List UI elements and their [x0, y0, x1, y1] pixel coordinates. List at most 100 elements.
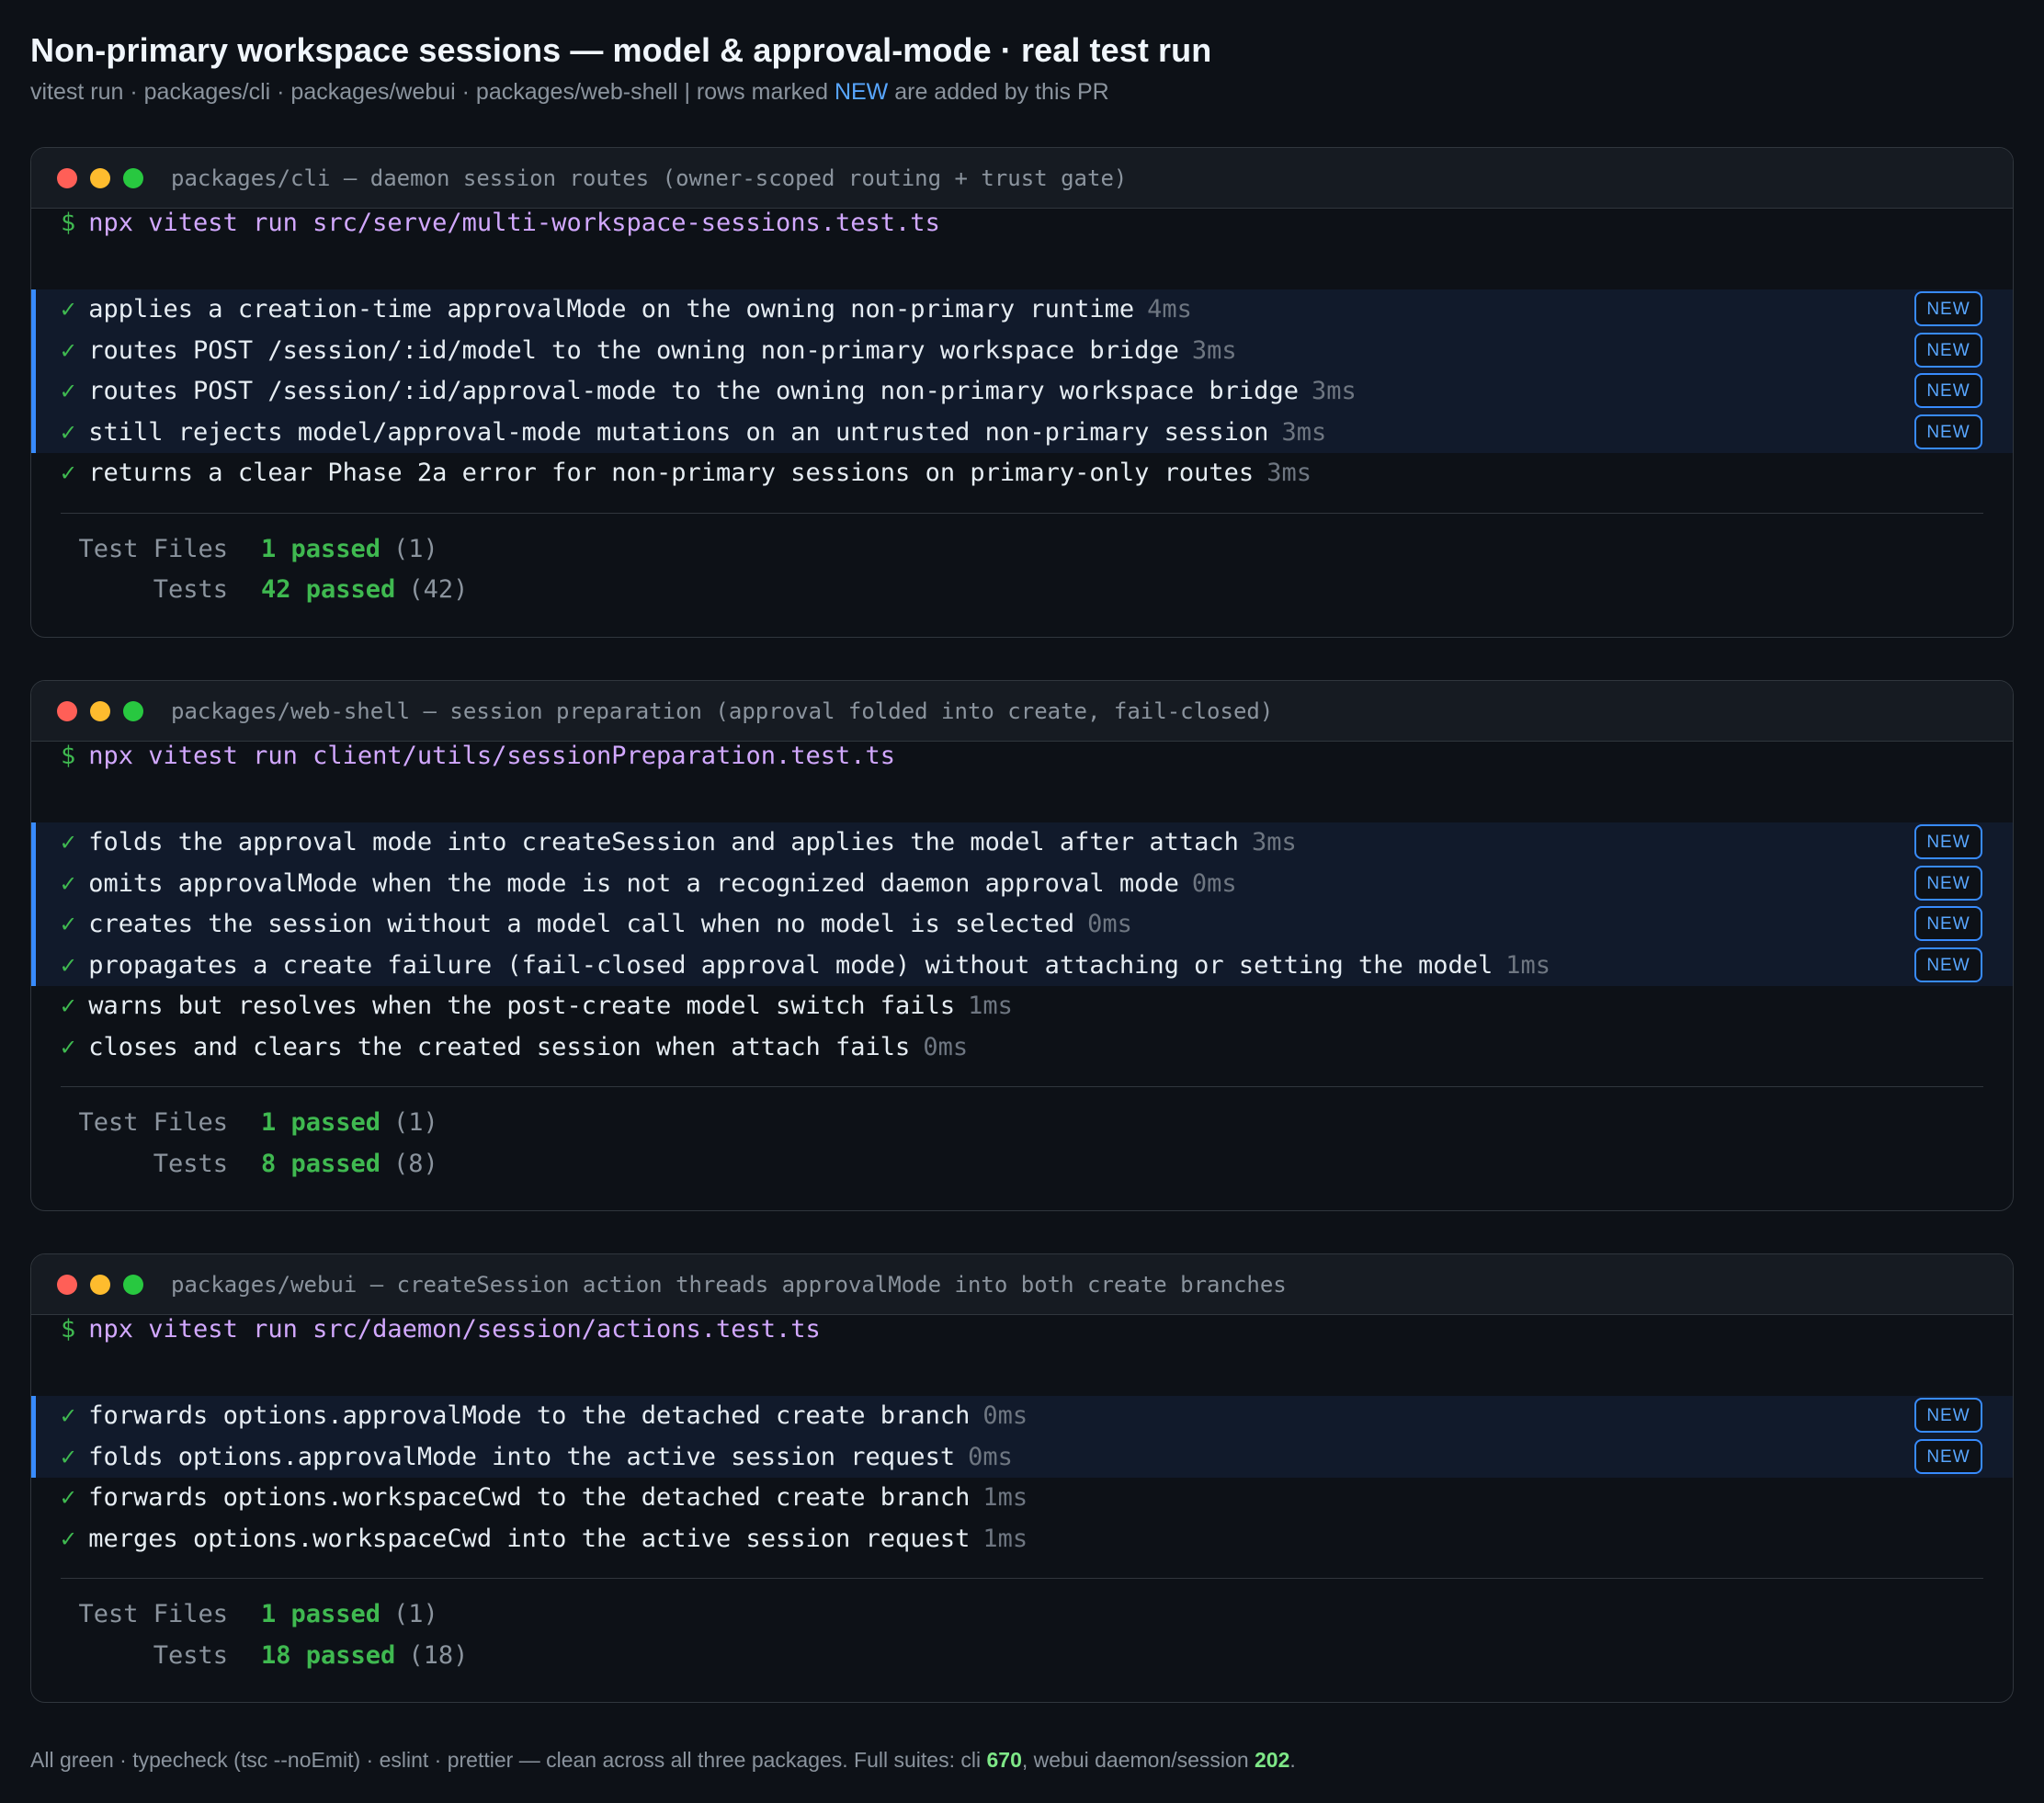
- page-title: Non-primary workspace sessions — model &…: [30, 31, 1212, 69]
- pass-check-icon: ✓: [61, 1524, 76, 1553]
- test-duration: 3ms: [1281, 417, 1327, 447]
- window-close-dot: [57, 167, 77, 188]
- summary-passed-count: 18 passed: [261, 1640, 396, 1670]
- command-line: $ npx vitest run client/utils/sessionPrep…: [61, 742, 895, 770]
- pass-check-icon: ✓: [61, 992, 76, 1020]
- footer-webui-count: 202: [1255, 1748, 1290, 1772]
- summary-total-count: (42): [408, 575, 469, 604]
- new-badge: NEW: [1914, 414, 1982, 449]
- test-run-panel: packages/cli — daemon session routes (ow…: [30, 147, 2014, 638]
- test-duration: 0ms: [982, 1401, 1028, 1430]
- summary-label: Tests: [153, 1640, 228, 1670]
- test-duration: 0ms: [923, 1032, 969, 1061]
- summary-passed-count: 8 passed: [261, 1149, 381, 1178]
- test-name: returns a clear Phase 2a error for non-p…: [88, 459, 1255, 487]
- window-minimize-dot: [90, 700, 110, 721]
- pass-check-icon: ✓: [61, 377, 76, 405]
- test-name: routes POST /session/:id/model to the ow…: [88, 335, 1179, 365]
- test-duration: 4ms: [1147, 295, 1192, 323]
- command-text: npx vitest run client/utils/sessionPrepa…: [88, 742, 896, 770]
- test-duration: 1ms: [982, 1483, 1028, 1512]
- window-maximize-dot: [123, 1274, 143, 1295]
- new-test-row: ✓ applies a creation-time approvalMode on…: [61, 291, 2013, 328]
- subtitle-new-word: NEW: [834, 79, 889, 105]
- pass-check-icon: ✓: [61, 417, 76, 447]
- summary-label: Test Files: [78, 1108, 228, 1137]
- test-duration: 3ms: [1251, 828, 1297, 856]
- window-maximize-dot: [123, 167, 143, 188]
- new-badge: NEW: [1914, 332, 1982, 368]
- summary-label: Test Files: [78, 1600, 228, 1628]
- command-line: $ npx vitest run src/daemon/session/actio…: [61, 1315, 821, 1344]
- test-row: ✓ warns but resolves when the post-create…: [61, 988, 2013, 1025]
- summary-label: Test Files: [78, 534, 228, 563]
- new-test-row: ✓ folds options.approvalMode into the act…: [61, 1438, 2013, 1476]
- test-duration: 3ms: [1191, 335, 1237, 365]
- test-name: folds the approval mode into createSessi…: [88, 828, 1239, 856]
- pass-check-icon: ✓: [61, 295, 76, 323]
- summary-passed-count: 42 passed: [261, 575, 396, 604]
- pass-check-icon: ✓: [61, 950, 76, 980]
- test-name: warns but resolves when the post-create …: [88, 992, 956, 1020]
- test-duration: 0ms: [968, 1442, 1013, 1471]
- shell-prompt: $: [61, 209, 76, 237]
- page-subtitle: vitest run · packages/cli · packages/web…: [30, 74, 2014, 110]
- summary-passed-count: 1 passed: [261, 534, 381, 563]
- footer-text-start: All green · typecheck (tsc --noEmit) · e…: [30, 1748, 987, 1772]
- summary-total-count: (1): [393, 534, 438, 563]
- test-files-summary: Test Files 1 passed (1): [61, 1105, 437, 1141]
- subtitle-text-start: vitest run · packages/cli · packages/web…: [30, 79, 835, 105]
- pass-check-icon: ✓: [61, 910, 76, 938]
- panel-titlebar: packages/cli — daemon session routes (ow…: [31, 148, 2013, 209]
- subtitle-text-end: are added by this PR: [888, 79, 1109, 105]
- command-line: $ npx vitest run src/serve/multi-workspac…: [61, 209, 940, 237]
- footer-text-middle: , webui daemon/session: [1021, 1748, 1255, 1772]
- test-row: ✓ forwards options.workspaceCwd to the de…: [61, 1480, 2013, 1516]
- summary-total-count: (8): [393, 1149, 438, 1178]
- summary-label: Tests: [153, 1149, 228, 1178]
- test-duration: 1ms: [968, 992, 1013, 1020]
- test-run-panel: packages/webui — createSession action th…: [30, 1253, 2014, 1703]
- summary-divider: [61, 1578, 1983, 1579]
- test-name: creates the session without a model call…: [88, 910, 1075, 938]
- test-row: ✓ closes and clears the created session w…: [61, 1029, 2013, 1066]
- new-test-row: ✓ routes POST /session/:id/approval-mode …: [61, 373, 2013, 410]
- new-badge: NEW: [1914, 865, 1982, 901]
- footer-text-end: .: [1289, 1748, 1296, 1772]
- window-minimize-dot: [90, 167, 110, 188]
- panel-titlebar: packages/web-shell — session preparation…: [31, 681, 2013, 742]
- window-maximize-dot: [123, 700, 143, 721]
- test-files-summary: Test Files 1 passed (1): [61, 531, 438, 568]
- pass-check-icon: ✓: [61, 1401, 76, 1430]
- footer-note: All green · typecheck (tsc --noEmit) · e…: [30, 1741, 1296, 1778]
- pass-check-icon: ✓: [61, 1483, 76, 1512]
- test-name: forwards options.approvalMode to the det…: [88, 1401, 971, 1430]
- command-text: npx vitest run src/daemon/session/action…: [88, 1315, 821, 1344]
- panel-titlebar: packages/webui — createSession action th…: [31, 1254, 2013, 1315]
- new-badge: NEW: [1914, 291, 1982, 326]
- test-name: closes and clears the created session wh…: [88, 1032, 911, 1061]
- footer-cli-count: 670: [986, 1748, 1022, 1772]
- new-badge: NEW: [1914, 906, 1982, 941]
- new-test-row: ✓ forwards options.approvalMode to the de…: [61, 1398, 2013, 1434]
- test-name: routes POST /session/:id/approval-mode t…: [88, 377, 1299, 405]
- summary-divider: [61, 512, 1983, 514]
- test-duration: 3ms: [1311, 377, 1357, 405]
- test-duration: 3ms: [1266, 459, 1312, 487]
- test-row: ✓ merges options.workspaceCwd into the ac…: [61, 1521, 2013, 1558]
- test-row: ✓ returns a clear Phase 2a error for non-…: [61, 455, 2013, 492]
- test-name: folds options.approvalMode into the acti…: [88, 1442, 956, 1471]
- pass-check-icon: ✓: [61, 459, 76, 487]
- shell-prompt: $: [61, 742, 76, 770]
- new-test-row: ✓ creates the session without a model cal…: [61, 906, 2013, 943]
- summary-label: Tests: [153, 575, 228, 604]
- test-duration: 1ms: [982, 1524, 1028, 1553]
- tests-summary: Tests 42 passed (42): [61, 572, 469, 608]
- pass-check-icon: ✓: [61, 868, 76, 898]
- new-badge: NEW: [1914, 1438, 1982, 1474]
- new-test-row: ✓ propagates a create failure (fail-close…: [61, 947, 2013, 984]
- summary-divider: [61, 1086, 1983, 1087]
- test-files-summary: Test Files 1 passed (1): [61, 1596, 437, 1633]
- test-name: propagates a create failure (fail-closed…: [88, 950, 1493, 980]
- summary-total-count: (18): [408, 1640, 469, 1670]
